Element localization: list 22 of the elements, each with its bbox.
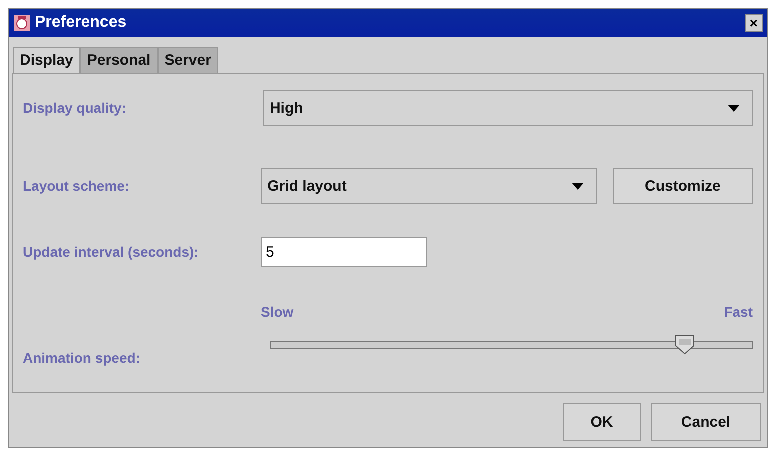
field-label: Animation speed: <box>23 350 142 366</box>
ok-button[interactable]: OK <box>563 403 641 441</box>
caret-icon <box>572 182 584 190</box>
window-title: Preferences <box>35 14 127 32</box>
close-button[interactable]: × <box>745 14 763 32</box>
cancel-button[interactable]: Cancel <box>651 403 761 441</box>
tab[interactable]: Display <box>13 47 80 73</box>
customize-button[interactable]: Customize <box>612 168 753 204</box>
tab[interactable]: Server <box>158 47 218 73</box>
field-label: Display quality: <box>23 100 128 116</box>
slider-min-label: Slow <box>261 304 295 322</box>
layout-dropdown[interactable]: Grid layout <box>260 168 597 204</box>
interval-field[interactable]: 5 <box>261 237 427 267</box>
caret-icon <box>728 104 740 112</box>
speed-slider[interactable] <box>270 335 753 357</box>
app-icon <box>13 14 31 32</box>
slider-max-label: Fast <box>724 304 753 322</box>
tab[interactable]: Personal <box>80 47 158 73</box>
slider-thumb[interactable] <box>675 335 696 355</box>
quality-dropdown[interactable]: High <box>262 90 753 126</box>
field-label: Update interval (seconds): <box>23 244 200 260</box>
field-label: Layout scheme: <box>23 178 131 194</box>
